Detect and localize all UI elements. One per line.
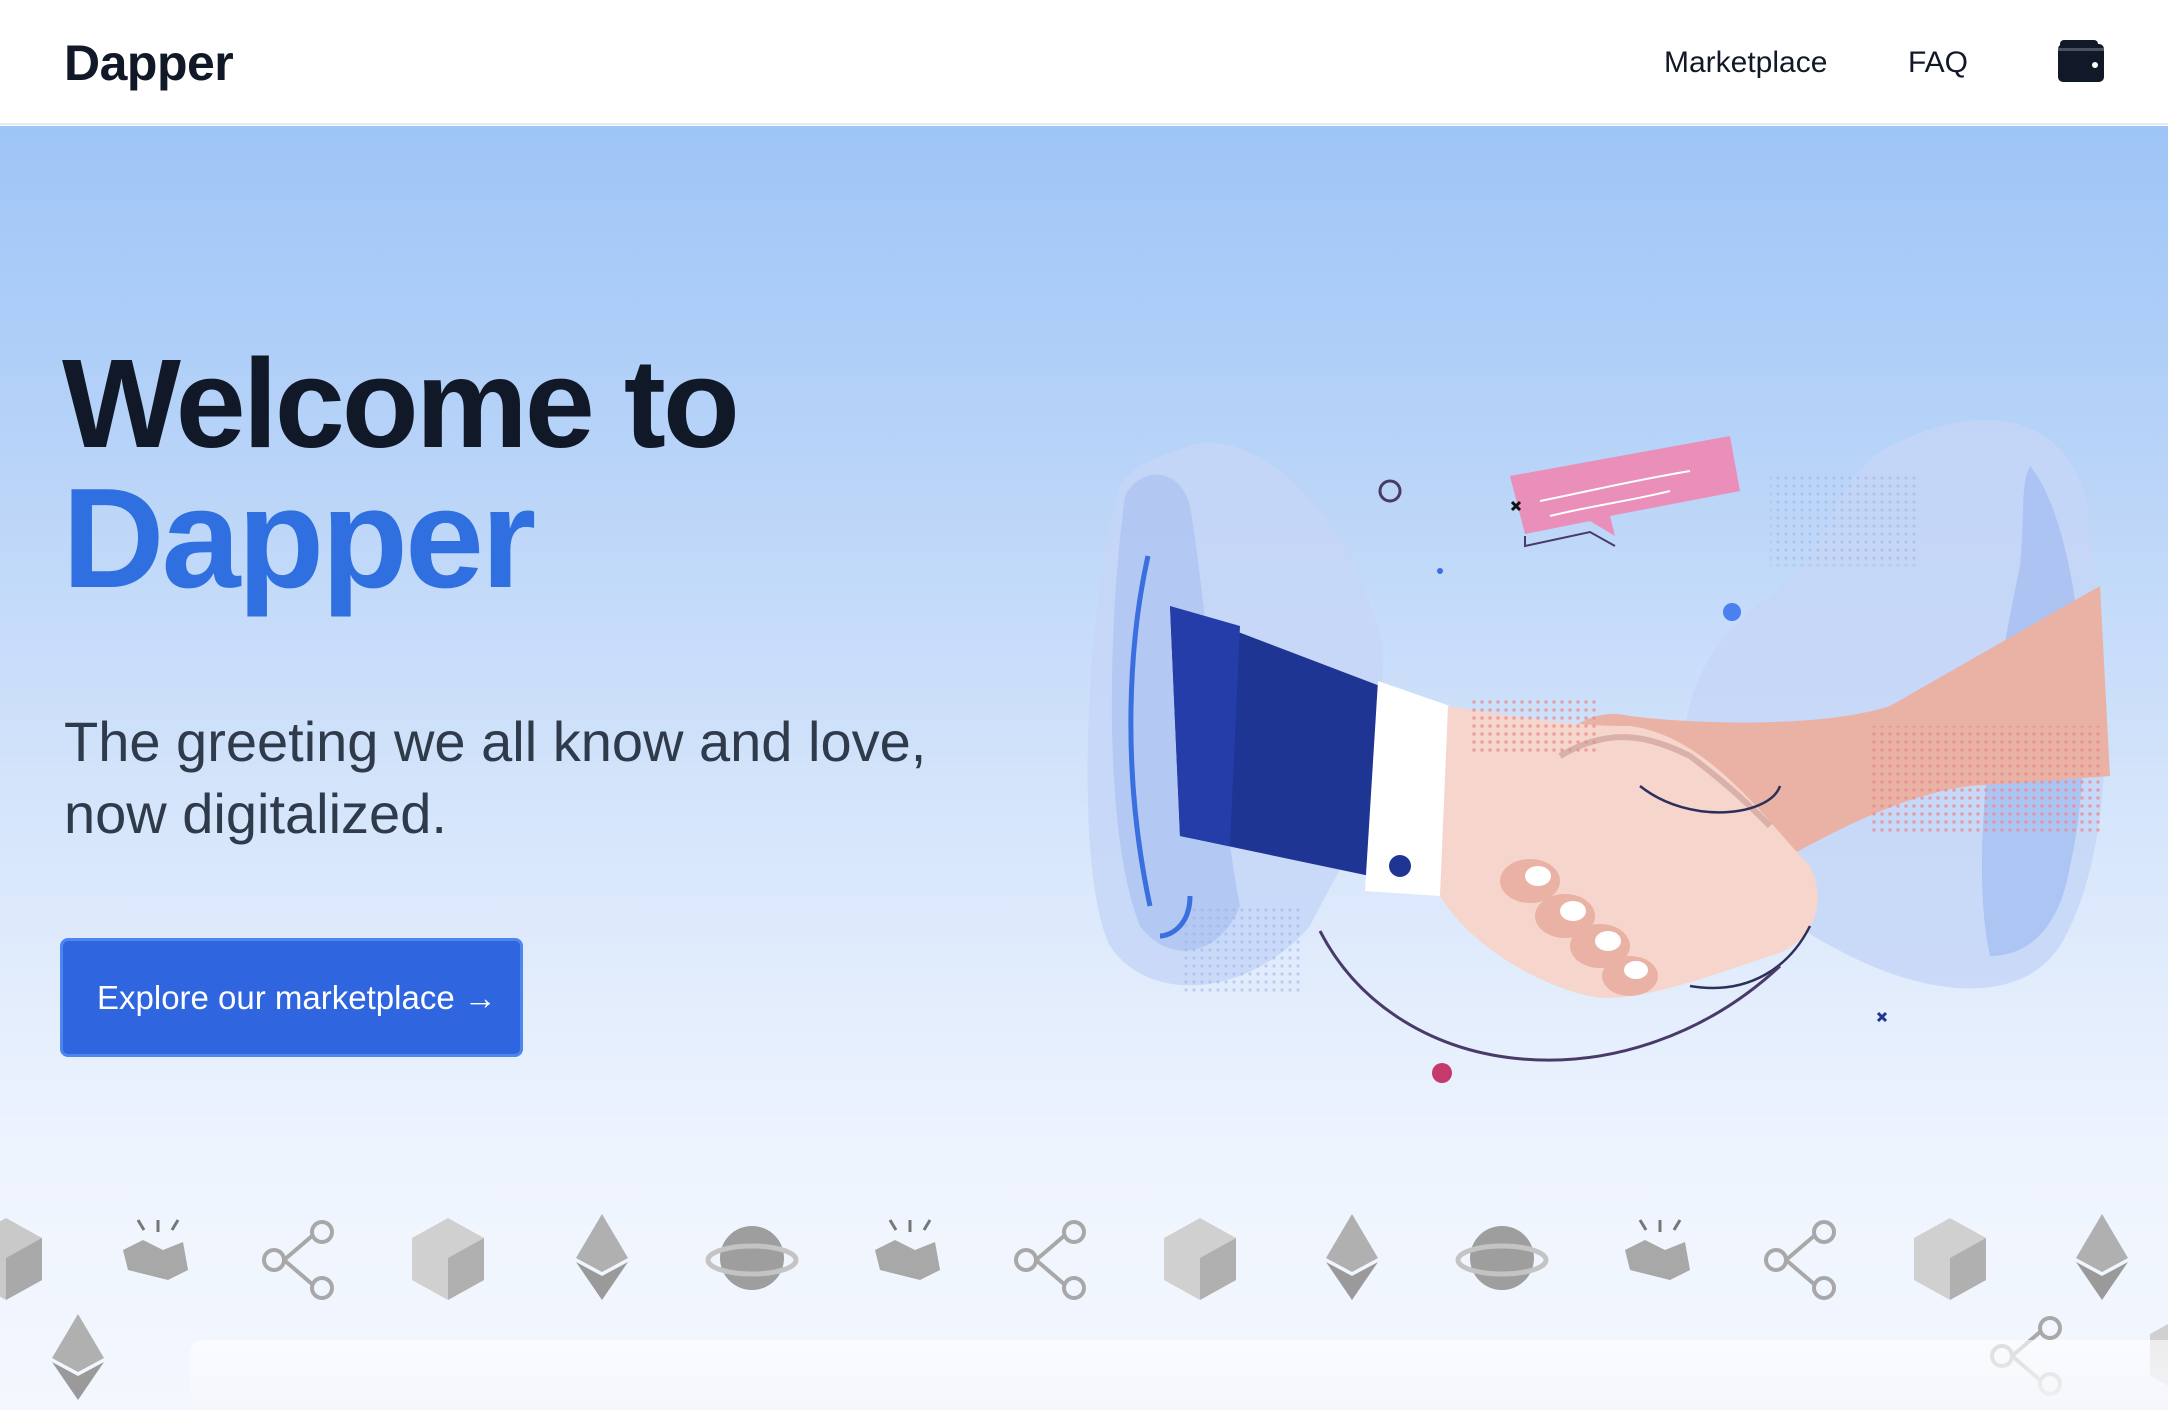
ethereum-icon bbox=[576, 1214, 628, 1300]
ethereum-icon bbox=[52, 1314, 104, 1400]
handshake-icon bbox=[1625, 1219, 1690, 1280]
share-nodes-icon bbox=[1014, 1220, 1086, 1300]
ethereum-icon bbox=[2076, 1214, 2128, 1300]
top-navbar: Dapper Marketplace FAQ bbox=[0, 0, 2168, 125]
cube-icon bbox=[1914, 1218, 1986, 1300]
nav-link-faq[interactable]: FAQ bbox=[1908, 46, 1968, 80]
hero-title-line1: Welcome to bbox=[62, 333, 740, 474]
planet-icon bbox=[1455, 1226, 1549, 1290]
crypto-icon-strip bbox=[0, 1214, 2128, 1300]
cube-icon bbox=[412, 1218, 484, 1300]
hero-title-brand: Dapper bbox=[62, 459, 536, 618]
share-nodes-icon bbox=[262, 1220, 334, 1300]
share-nodes-icon bbox=[1764, 1220, 1836, 1300]
nav-link-marketplace[interactable]: Marketplace bbox=[1664, 46, 1827, 80]
planet-icon bbox=[705, 1226, 799, 1290]
handshake-icon bbox=[123, 1219, 188, 1280]
cube-icon bbox=[0, 1218, 42, 1300]
hero-section: Welcome to Dapper The greeting we all kn… bbox=[0, 126, 2168, 1410]
cube-icon bbox=[1164, 1218, 1236, 1300]
wallet-icon[interactable] bbox=[2056, 38, 2106, 84]
handshake-illustration bbox=[1087, 420, 2110, 1083]
brand-logo[interactable]: Dapper bbox=[64, 34, 234, 92]
handshake-icon bbox=[875, 1219, 940, 1280]
explore-marketplace-button[interactable]: Explore our marketplace → bbox=[60, 938, 523, 1057]
ethereum-icon bbox=[1326, 1214, 1378, 1300]
content-panel-edge bbox=[190, 1340, 2168, 1410]
hero-subtitle: The greeting we all know and love, now d… bbox=[64, 710, 927, 845]
